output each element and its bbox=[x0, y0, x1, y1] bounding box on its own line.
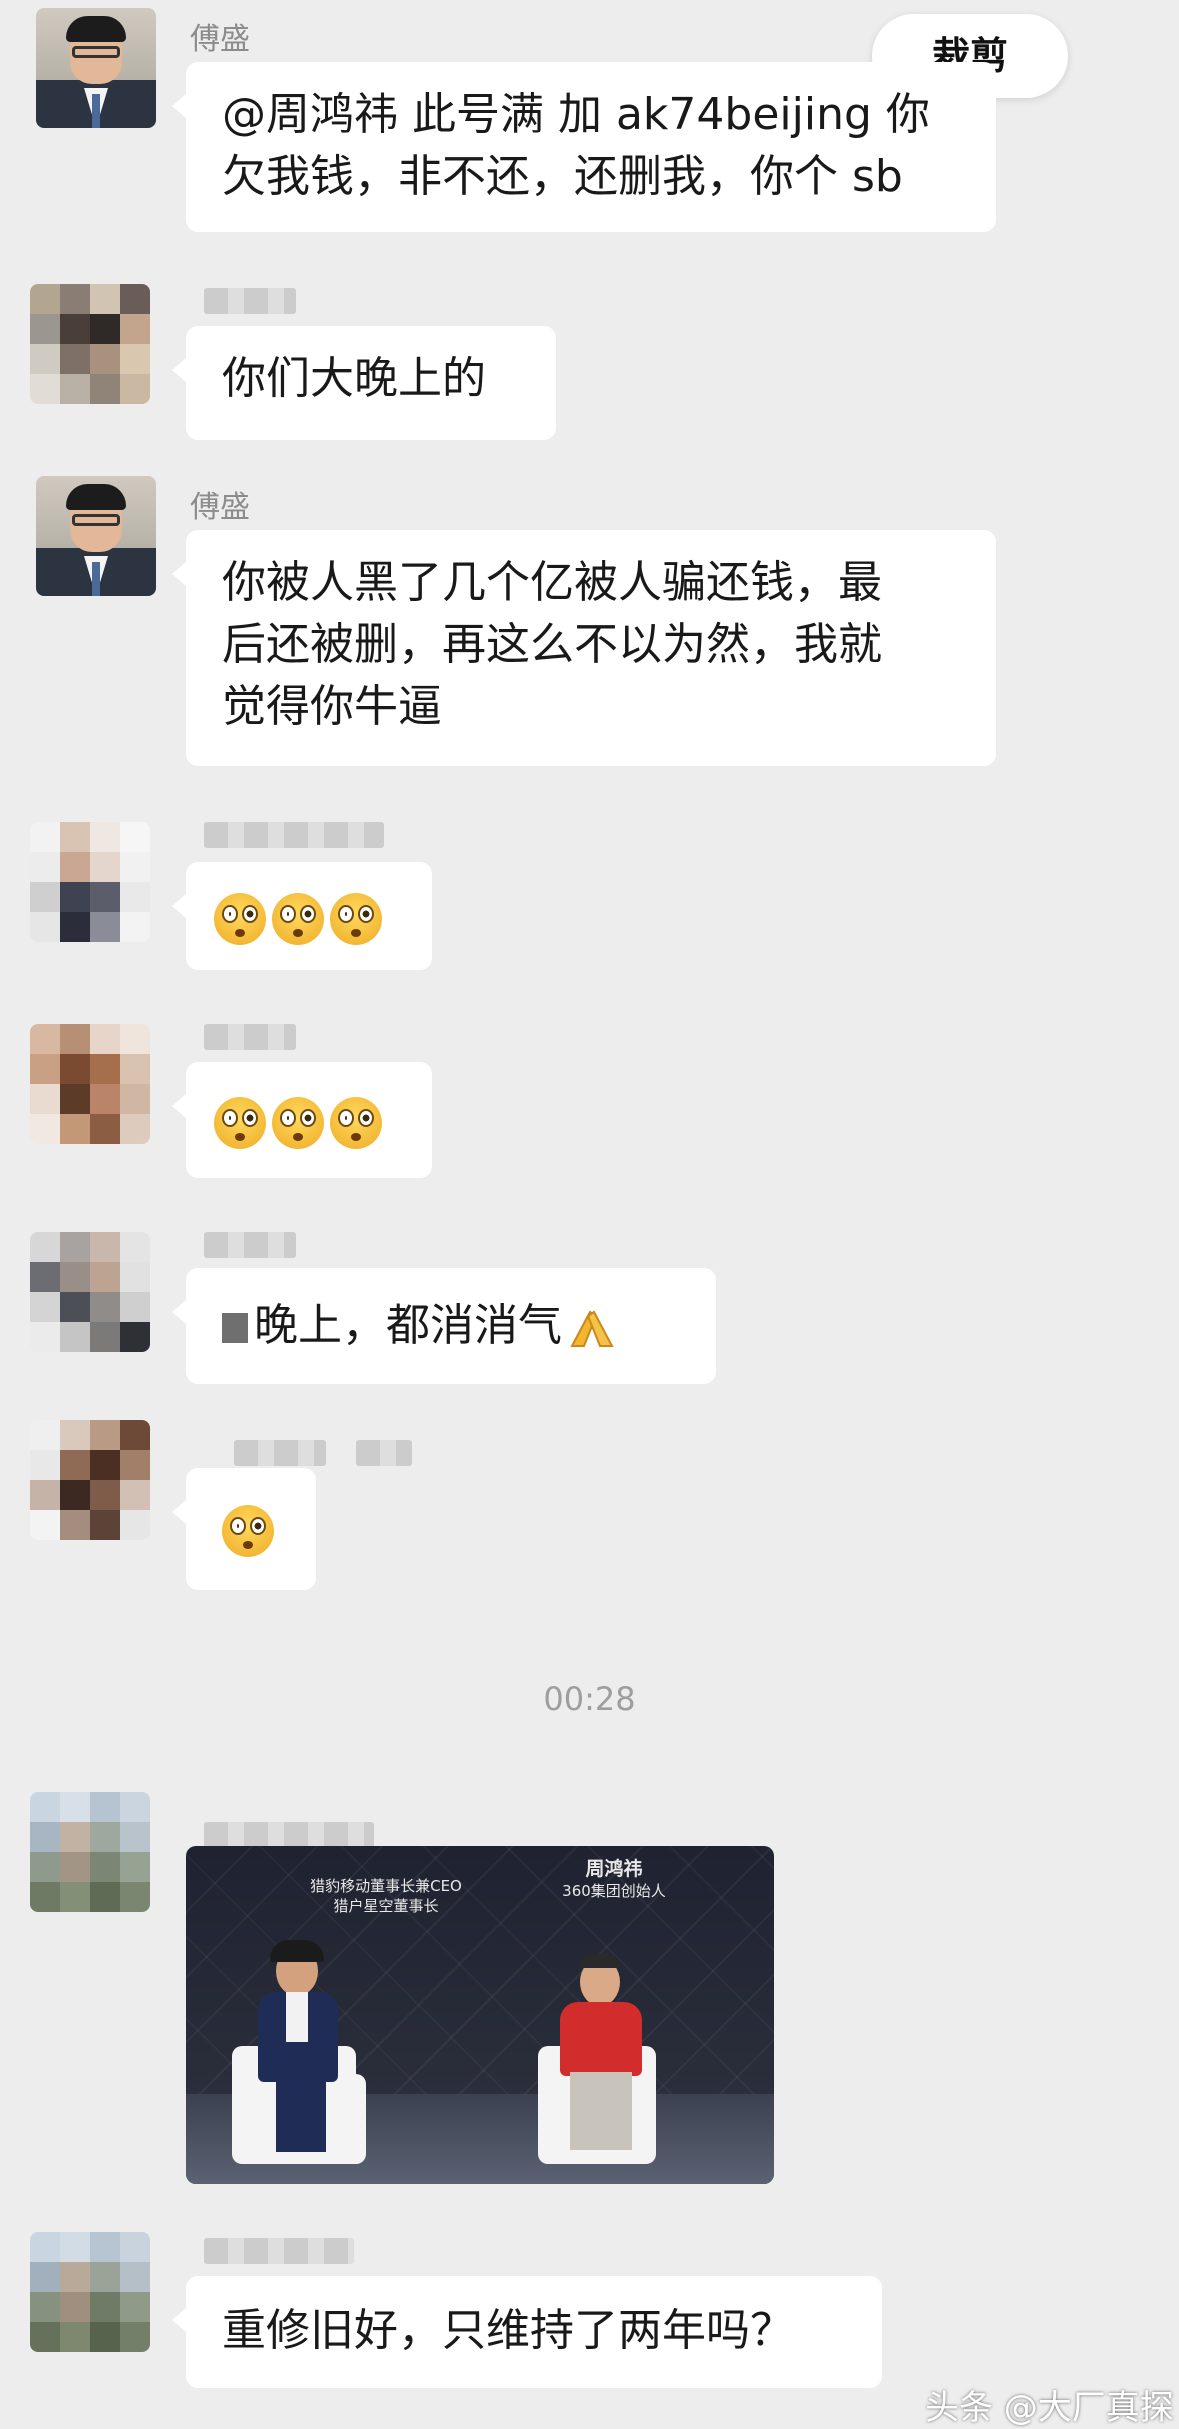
message-bubble[interactable]: 你们大晚上的 bbox=[172, 326, 556, 440]
message-bubble[interactable]: 晚上，都消消气 bbox=[172, 1268, 716, 1384]
redacted-block bbox=[222, 1313, 248, 1343]
flushed-face-icon bbox=[214, 1097, 266, 1149]
avatar-blurred[interactable] bbox=[30, 1420, 150, 1540]
message-line: 你们大晚上的 bbox=[222, 353, 486, 404]
message-line: 你被人黑了几个亿被人骗还钱，最 bbox=[222, 557, 882, 608]
avatar-blurred[interactable] bbox=[30, 1024, 150, 1144]
timestamp: 00:28 bbox=[543, 1680, 636, 1718]
sender-name-blurred bbox=[204, 1024, 296, 1050]
message-line: 欠我钱，非不还，还删我，你个 sb bbox=[222, 151, 903, 202]
avatar-blurred[interactable] bbox=[30, 1232, 150, 1352]
avatar-blurred[interactable] bbox=[30, 2232, 150, 2352]
message-line: 后还被删，再这么不以为然，我就 bbox=[222, 619, 882, 670]
avatar-fu-sheng[interactable] bbox=[36, 8, 156, 128]
message-bubble[interactable]: 重修旧好，只维持了两年吗？ bbox=[172, 2276, 882, 2388]
praying-hands-icon bbox=[570, 1310, 614, 1347]
message-bubble[interactable]: @周鸿祎 此号满 加 ak74beijing 你 欠我钱，非不还，还删我，你个 … bbox=[172, 62, 996, 232]
avatar-blurred[interactable] bbox=[30, 822, 150, 942]
message-bubble[interactable] bbox=[172, 862, 432, 970]
avatar-blurred[interactable] bbox=[30, 1792, 150, 1912]
flushed-face-icon bbox=[222, 1505, 274, 1557]
avatar-blurred[interactable] bbox=[30, 284, 150, 404]
photo-caption: 猎豹移动董事长兼CEO bbox=[310, 1877, 462, 1895]
photo-caption: 周鸿祎 bbox=[585, 1858, 643, 1880]
flushed-face-icon bbox=[214, 893, 266, 945]
message-line: 重修旧好，只维持了两年吗？ bbox=[222, 2305, 794, 2356]
avatar-fu-sheng[interactable] bbox=[36, 476, 156, 596]
sender-name-blurred bbox=[356, 1440, 412, 1466]
shared-photo[interactable]: 猎豹移动董事长兼CEO 猎户星空董事长 周鸿祎 360集团创始人 bbox=[186, 1846, 774, 2184]
message-bubble[interactable] bbox=[172, 1062, 432, 1178]
watermark: 头条 @大厂真探 bbox=[925, 2388, 1174, 2428]
message-bubble[interactable]: 你被人黑了几个亿被人骗还钱，最 后还被删，再这么不以为然，我就 觉得你牛逼 bbox=[172, 530, 996, 766]
flushed-face-icon bbox=[330, 1097, 382, 1149]
message-line: 觉得你牛逼 bbox=[222, 681, 442, 732]
sender-name-blurred bbox=[234, 1440, 326, 1466]
message-line: 晚上，都消消气 bbox=[254, 1300, 562, 1351]
flushed-face-icon bbox=[272, 893, 324, 945]
sender-name-blurred bbox=[204, 2238, 354, 2264]
photo-caption: 360集团创始人 bbox=[562, 1882, 666, 1900]
flushed-face-icon bbox=[330, 893, 382, 945]
flushed-face-icon bbox=[272, 1097, 324, 1149]
sender-name-blurred bbox=[204, 1232, 296, 1258]
sender-name-blurred bbox=[204, 822, 384, 848]
message-line: @周鸿祎 此号满 加 ak74beijing 你 bbox=[222, 89, 930, 140]
photo-caption: 猎户星空董事长 bbox=[333, 1897, 439, 1915]
message-bubble[interactable] bbox=[172, 1468, 316, 1590]
sender-name: 傅盛 bbox=[190, 490, 250, 525]
sender-name: 傅盛 bbox=[190, 22, 250, 57]
sender-name-blurred bbox=[204, 288, 296, 314]
sender-name-blurred bbox=[204, 1822, 374, 1848]
